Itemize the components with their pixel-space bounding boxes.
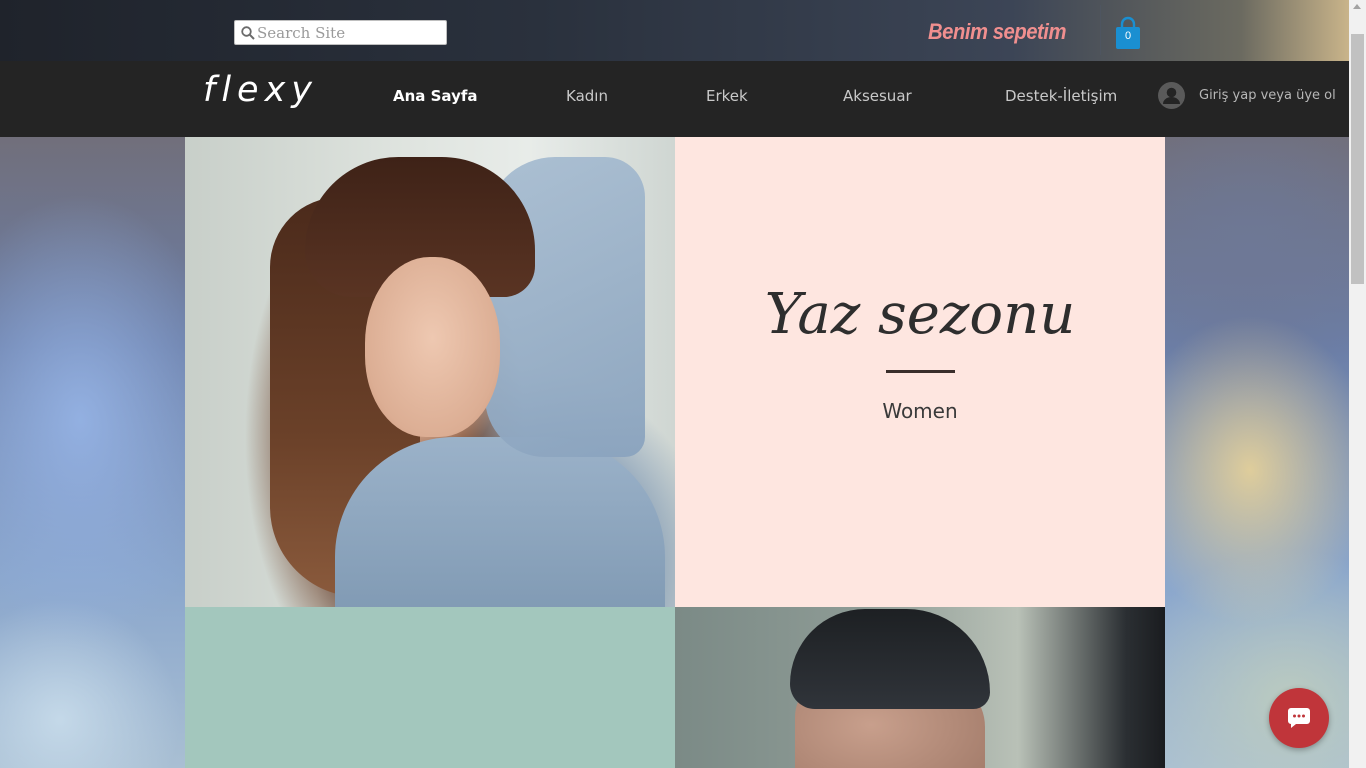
- banner-title: Yaz sezonu: [764, 282, 1076, 347]
- login-link[interactable]: Giriş yap veya üye ol: [1199, 88, 1336, 103]
- photo-detail: [790, 609, 990, 709]
- chat-button[interactable]: [1269, 688, 1329, 748]
- nav-item-aksesuar[interactable]: Aksesuar: [843, 87, 912, 105]
- men-model-photo[interactable]: [675, 607, 1165, 768]
- cart-label[interactable]: Benim sepetim: [928, 19, 1066, 45]
- top-bar: [0, 0, 1349, 61]
- user-avatar-icon[interactable]: [1158, 82, 1185, 109]
- search-box[interactable]: [234, 20, 447, 45]
- banner-subtitle: Women: [882, 399, 958, 423]
- scroll-up-arrow-icon[interactable]: [1353, 4, 1361, 9]
- page-scrollbar[interactable]: [1349, 0, 1366, 768]
- nav-item-destek-iletisim[interactable]: Destek-İletişim: [1005, 87, 1117, 105]
- women-model-photo[interactable]: [185, 137, 675, 607]
- banner-divider: [886, 370, 955, 373]
- scroll-thumb[interactable]: [1351, 34, 1364, 284]
- nav-item-kadin[interactable]: Kadın: [566, 87, 608, 105]
- nav-item-ana-sayfa[interactable]: Ana Sayfa: [393, 87, 478, 105]
- nav-item-erkek[interactable]: Erkek: [706, 87, 748, 105]
- divider: [1100, 5, 1101, 55]
- summer-season-banner[interactable]: Yaz sezonu Women: [675, 137, 1165, 607]
- photo-detail: [335, 437, 665, 607]
- green-tile: [185, 607, 675, 768]
- search-input[interactable]: [257, 21, 442, 44]
- search-icon: [241, 26, 255, 40]
- chat-bubble-icon: [1288, 708, 1310, 728]
- photo-detail: [365, 257, 500, 437]
- site-logo[interactable]: flexy: [203, 70, 318, 110]
- cart-count-badge: 0: [1124, 30, 1132, 42]
